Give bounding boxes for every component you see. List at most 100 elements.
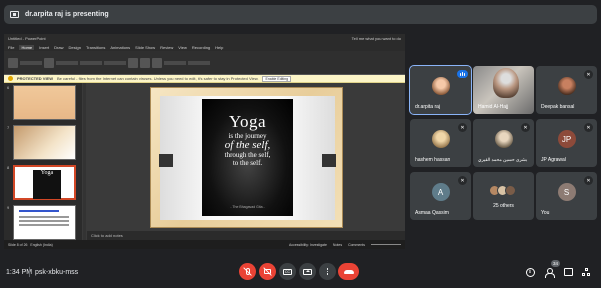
captions-button[interactable]: CC [279,263,296,280]
slide-number: 8 [7,165,10,170]
presenting-text: dr.arpita raj is presenting [25,11,109,18]
protected-view-label: PROTECTED VIEW [17,76,54,81]
people-button[interactable]: 34 [543,260,560,279]
slide-thumbnail [13,85,76,120]
chat-button[interactable] [561,265,575,279]
slide-editor: Yoga is the journey of the self, through… [87,83,405,231]
language-status: English (India) [30,242,53,247]
camera-toggle-button[interactable] [259,263,276,280]
slide-side-block [322,154,336,167]
slide-number: 6 [7,85,10,90]
presenting-banner: dr.arpita raj is presenting [4,5,597,24]
avatar [494,130,513,148]
mini-heading [19,210,59,212]
font-group [56,60,78,65]
drawing-group [164,60,186,65]
meeting-details-button[interactable]: i [523,265,537,279]
info-icon: i [525,267,535,277]
enable-editing-button: Enable Editing [262,75,292,82]
meeting-controls: 1:34 PM psk-xbku-mss CC i 34 [0,260,601,284]
more-vert-icon [326,267,329,276]
notes-pane: Click to add notes [87,231,405,240]
slide-thumbnail [13,125,76,160]
participant-name: hashem hassan [415,157,451,163]
current-slide: Yoga is the journey of the self, through… [150,87,343,228]
others-avatars [488,185,516,196]
participant-name: JP Agrawal [541,157,566,163]
present-screen-icon [303,268,312,275]
new-slide-icon [44,57,54,68]
mini-line [19,216,69,218]
quote-line: through the self, [224,151,271,159]
participant-tile[interactable]: JP ✕ JP Agrawal [536,119,597,167]
mic-off-icon: ✕ [521,123,530,132]
quick-styles-icon [152,57,162,68]
more-options-button[interactable] [319,263,336,280]
participant-name: Deepak bansal [541,104,575,110]
avatar: S [557,183,576,201]
participant-tile[interactable]: ✕ Deepak bansal [536,66,597,114]
paste-icon [8,57,18,68]
clipboard-group [20,60,42,65]
tell-me-box: Tell me what you want to do [351,36,401,41]
ribbon-tab: Insert [39,44,50,50]
ribbon-tab: Animations [110,44,131,50]
ribbon [4,51,405,75]
ribbon-tab: Draw [54,44,64,50]
arrange-icon [140,57,150,68]
yoga-title: Yoga [228,112,267,131]
cc-label: CC [284,269,291,274]
mic-toggle-button[interactable] [239,263,256,280]
participant-tile[interactable]: Hamid Al-Hajj [473,66,534,114]
present-now-button[interactable] [299,263,316,280]
quote-line: to the self. [232,159,263,167]
participant-count-badge: 34 [551,260,560,267]
participant-tile[interactable]: dr.arpita raj [409,65,472,115]
shapes-icon [128,57,138,68]
yoga-quote-card: Yoga is the journey of the self, through… [202,99,293,216]
others-tile[interactable]: 25 others [473,172,534,220]
ribbon-tab: Design [68,44,81,50]
slide-side-block [159,154,173,167]
participant-name: Hamid Al-Hajj [478,104,509,110]
leave-call-button[interactable] [338,263,359,280]
slide-number: 7 [7,125,10,130]
mic-off-icon: ✕ [584,70,593,79]
participant-name: Asmaa Qassim [415,210,449,216]
avatar [431,130,450,148]
closed-captions-icon: CC [283,268,292,275]
notes-placeholder: Click to add notes [91,233,123,238]
powerpoint-body: 6 7 8 Yoga 9 Yoga is the journey of the … [4,83,405,249]
font-group [80,60,102,65]
ribbon-tab: Home [19,44,35,50]
divider [29,267,30,277]
participant-video-person [493,68,519,98]
mic-off-icon: ✕ [458,123,467,132]
participant-name: dr.arpita raj [415,104,441,110]
avatar-initials: A [437,187,444,197]
comments-toggle: Comments [348,242,365,247]
ribbon-tab: View [178,44,187,50]
call-end-icon [343,269,354,274]
participant-tile[interactable]: ✕ hashem hassan [410,119,471,167]
ribbon-tab: Review [160,44,174,50]
others-count: 25 others [493,203,514,209]
participant-tile[interactable]: A ✕ Asmaa Qassim [410,172,471,220]
activities-icon [581,267,591,277]
protected-view-text: Be careful - files from the Internet can… [57,76,259,81]
slide-thumbnail [13,205,76,240]
self-tile[interactable]: S ✕ You [536,172,597,220]
notes-toggle: Notes [332,242,343,247]
meeting-code: psk-xbku-mss [35,268,79,276]
avatar: JP [557,130,576,148]
avatar: A [431,183,450,201]
shared-screen: Untitled - PowerPoint Tell me what you w… [4,34,405,249]
avatar [504,185,516,196]
warning-icon [8,76,13,81]
ribbon-tab: Slide Show [135,44,156,50]
chat-icon [563,268,573,276]
mic-off-icon: ✕ [584,176,593,185]
participant-name: بشرى حسين محمد القيري [478,157,528,162]
participant-tile[interactable]: ✕ بشرى حسين محمد القيري [473,119,534,167]
activities-button[interactable] [579,265,593,279]
